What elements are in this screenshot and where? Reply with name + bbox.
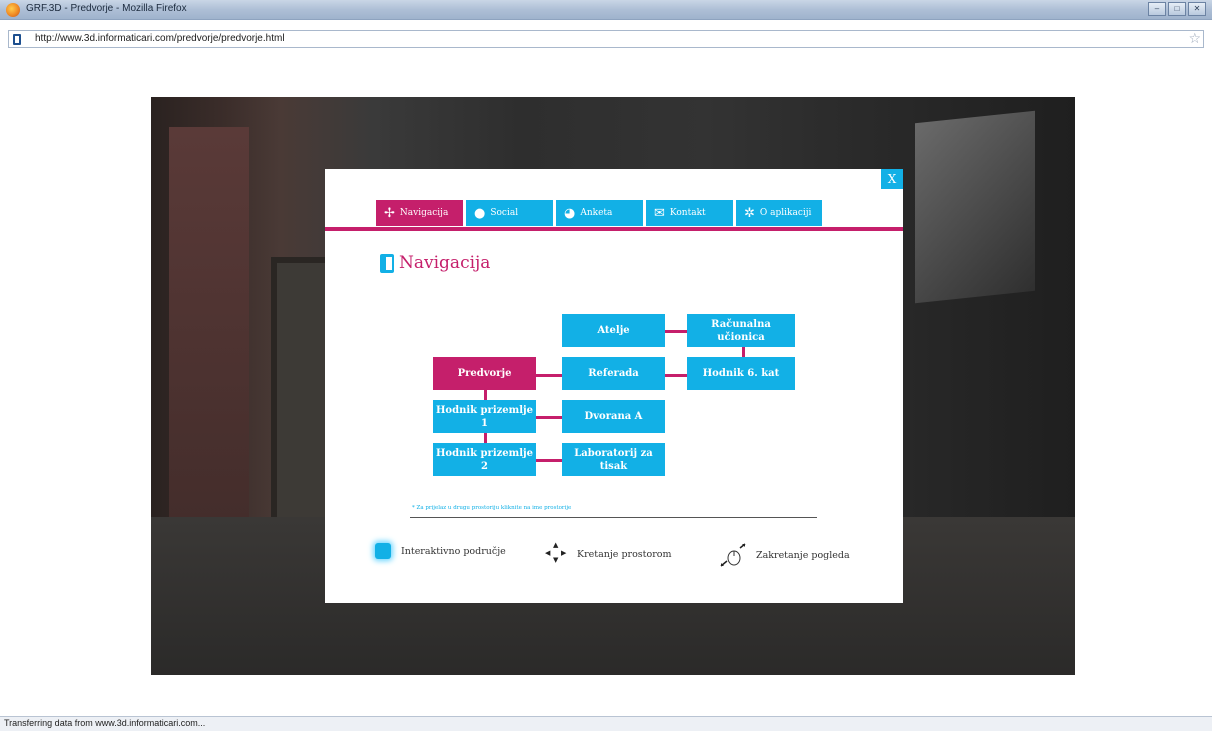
status-bar: Transferring data from www.3d.informatic… [0,716,1212,731]
connector-atelje-racunalna [665,330,687,333]
navigation-modal: X ✢ Navigacija ● Social ◕ Anketa ✉ Konta… [325,169,903,603]
address-bar[interactable]: http://www.3d.informaticari.com/predvorj… [8,30,1204,48]
tab-navigacija[interactable]: ✢ Navigacija [376,200,463,226]
room-dvorana-a[interactable]: Dvorana A [562,400,665,433]
tab-kontakt[interactable]: ✉ Kontakt [646,200,733,226]
legend-label: Zakretanje pogleda [756,549,850,561]
move-arrows-icon: ▲ ▼ ◀ ▶ [545,541,567,564]
status-text: Transferring data from www.3d.informatic… [4,718,206,728]
legend-rotate: Zakretanje pogleda [718,543,850,567]
interactive-area-icon [375,543,391,559]
connector-hodnik1-hodnik2 [484,433,487,443]
section-heading: Navigacija [380,253,490,273]
pie-chart-icon: ◕ [564,205,576,221]
tab-o-aplikaciji[interactable]: ✲ O aplikaciji [736,200,822,226]
envelope-icon: ✉ [654,205,665,221]
connector-hodnik2-laboratorij [536,459,562,462]
room-predvorje[interactable]: Predvorje [433,357,536,390]
maximize-button[interactable]: □ [1168,2,1186,16]
book-icon [380,253,394,273]
navigation-icon: ✢ [384,205,395,221]
modal-close-button[interactable]: X [881,169,903,189]
tab-label: Navigacija [399,208,449,218]
tab-label: O aplikaciji [759,208,812,218]
gears-icon: ✲ [744,205,755,221]
window-title: GRF.3D - Predvorje - Mozilla Firefox [26,3,187,14]
mouse-rotate-icon [720,543,746,567]
tab-label: Kontakt [669,208,706,218]
room-atelje[interactable]: Atelje [562,314,665,347]
site-identity-icon[interactable] [13,34,21,45]
connector-referada-hodnik6 [665,374,687,377]
tab-underline [325,227,903,231]
url-text[interactable]: http://www.3d.informaticari.com/predvorj… [35,33,285,44]
room-hodnik-prizemlje-2[interactable]: Hodnik prizemlje 2 [433,443,536,476]
bookmark-star-icon[interactable]: ☆ [1188,31,1201,47]
legend-interactive: Interaktivno područje [375,543,506,559]
tab-label: Social [490,208,519,218]
page-title: Navigacija [399,253,491,273]
legend-move: ▲ ▼ ◀ ▶ Kretanje prostorom [545,541,672,565]
close-window-button[interactable]: ✕ [1188,2,1206,16]
minimize-button[interactable]: – [1148,2,1166,16]
firefox-icon [6,3,20,17]
room-referada[interactable]: Referada [562,357,665,390]
divider [410,517,817,518]
room-hodnik-6-kat[interactable]: Hodnik 6. kat [687,357,795,390]
navigation-hint: * Za prijelaz u drugu prostoriju kliknit… [412,505,572,511]
connector-predvorje-hodnik1 [484,390,487,400]
legend-label: Kretanje prostorom [577,548,672,560]
room-racunalna-ucionica[interactable]: Računalna učionica [687,314,795,347]
room-laboratorij-za-tisak[interactable]: Laboratorij za tisak [562,443,665,476]
connector-predvorje-referada [536,374,562,377]
window-titlebar: GRF.3D - Predvorje - Mozilla Firefox – □… [0,0,1212,20]
tab-label: Anketa [580,208,613,218]
tab-social[interactable]: ● Social [466,200,553,226]
scene-poster [915,110,1035,304]
window-controls: – □ ✕ [1148,2,1206,16]
legend-label: Interaktivno područje [401,545,506,557]
tab-anketa[interactable]: ◕ Anketa [556,200,643,226]
speech-bubble-icon: ● [474,205,486,221]
room-hodnik-prizemlje-1[interactable]: Hodnik prizemlje 1 [433,400,536,433]
connector-hodnik1-dvorana [536,416,562,419]
